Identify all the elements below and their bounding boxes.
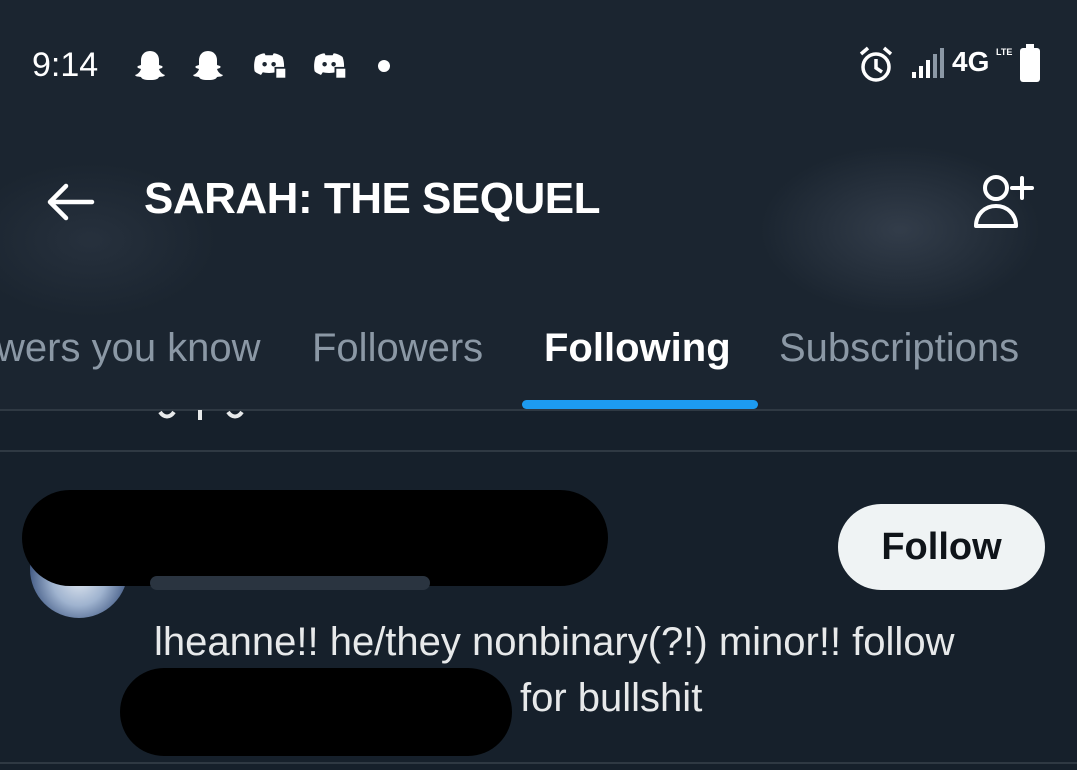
alarm-icon (859, 46, 893, 82)
follow-button[interactable]: Follow (838, 504, 1045, 590)
battery-icon (1020, 44, 1040, 82)
redacted-name (22, 490, 608, 586)
bio-text-line1: lheanne!! he/they nonbinary(?!) minor!! … (154, 620, 955, 664)
snapchat-icon (135, 51, 165, 80)
tab-following[interactable]: Following (544, 326, 731, 371)
tab-followers-you-know[interactable]: wers you know (0, 326, 261, 371)
network-type: 4G (952, 46, 990, 77)
redacted-mention (120, 668, 512, 756)
tab-followers[interactable]: Followers (312, 326, 483, 371)
snapchat-icon (193, 51, 223, 80)
more-notifications-dot (378, 60, 390, 72)
signal-icon (912, 48, 944, 78)
status-bar: 9:14 4G LTE (0, 0, 1077, 130)
page-title: SARAH: THE SEQUEL (144, 174, 600, 223)
back-arrow-icon[interactable] (40, 178, 98, 226)
status-time: 9:14 (32, 46, 99, 84)
tab-subscriptions[interactable]: Subscriptions (779, 326, 1019, 371)
tab-bar: wers you know Followers Following Subscr… (0, 318, 1077, 410)
add-user-icon[interactable] (968, 170, 1038, 230)
active-tab-indicator (522, 400, 758, 409)
clipped-list-text (158, 410, 244, 420)
redacted-handle (150, 576, 430, 590)
list-divider-bottom (0, 762, 1077, 764)
bio-text-line2: for bullshit (520, 676, 703, 720)
discord-icon (314, 53, 348, 80)
discord-icon (254, 53, 288, 80)
list-divider (0, 450, 1077, 452)
network-subtype: LTE (996, 47, 1013, 57)
